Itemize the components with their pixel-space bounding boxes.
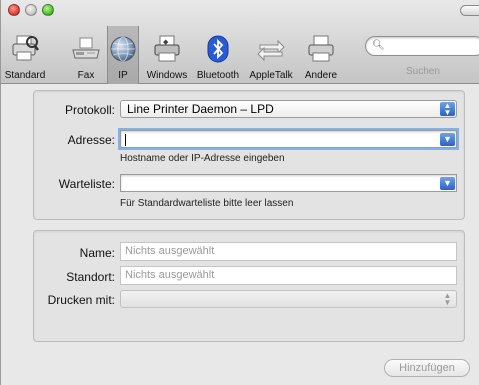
tab-windows-label: Windows — [146, 70, 188, 81]
address-hint: Hostname oder IP-Adresse eingeben — [120, 153, 285, 164]
add-button[interactable]: Hinzufügen — [384, 359, 470, 377]
toolbar: Standard Fax IP ◆ Windows Bluetooth Appl… — [1, 0, 479, 84]
tab-bluetooth[interactable]: Bluetooth — [193, 26, 243, 84]
add-printer-window: Standard Fax IP ◆ Windows Bluetooth Appl… — [0, 0, 479, 385]
location-placeholder: Nichts ausgewählt — [125, 269, 215, 281]
protocol-select[interactable]: Line Printer Daemon – LPD ▲ ▼ — [120, 100, 457, 118]
close-icon[interactable] — [8, 4, 20, 16]
search-area: 🔍︎ — [365, 36, 479, 56]
protocol-label: Protokoll: — [64, 103, 115, 117]
tab-bluetooth-label: Bluetooth — [196, 70, 240, 81]
tab-appletalk-label: AppleTalk — [249, 70, 293, 81]
search-icon: 🔍︎ — [372, 40, 385, 51]
name-label: Name: — [79, 246, 115, 260]
name-field[interactable]: Nichts ausgewählt — [120, 242, 457, 261]
tab-andere-label: Andere — [304, 70, 338, 81]
tab-standard-label: Standard — [4, 70, 46, 81]
print-with-label: Drucken mit: — [47, 293, 115, 307]
tab-andere[interactable]: Andere — [301, 26, 341, 84]
text-caret — [125, 134, 126, 146]
protocol-value: Line Printer Daemon – LPD — [127, 102, 274, 116]
appletalk-icon — [254, 32, 288, 66]
fax-icon — [69, 32, 103, 66]
globe-icon — [106, 32, 140, 66]
tab-fax[interactable]: Fax — [69, 26, 103, 84]
queue-hint: Für Standardwarteliste bitte leer lassen — [120, 198, 294, 209]
tab-appletalk[interactable]: AppleTalk — [245, 26, 297, 84]
search-label: Suchen — [406, 66, 440, 77]
tab-windows[interactable]: ◆ Windows — [144, 26, 190, 84]
queue-label: Warteliste: — [58, 177, 115, 191]
printer-icon — [304, 32, 338, 66]
zoom-icon[interactable] — [42, 4, 54, 16]
printer-magnifier-icon — [8, 32, 42, 66]
search-input[interactable]: 🔍︎ — [365, 36, 479, 56]
address-dropdown-icon[interactable]: ▼ — [440, 133, 455, 146]
select-arrows-icon: ▲ ▼ — [443, 291, 452, 307]
bluetooth-icon — [201, 32, 235, 66]
window-controls — [8, 4, 54, 16]
select-arrows-icon: ▲ ▼ — [440, 102, 455, 117]
address-label: Adresse: — [67, 133, 115, 147]
windows-printer-icon: ◆ — [150, 32, 184, 66]
tab-standard[interactable]: Standard — [3, 26, 47, 84]
tab-ip[interactable]: IP — [107, 26, 139, 84]
tab-fax-label: Fax — [77, 70, 95, 81]
location-label: Standort: — [66, 270, 115, 284]
location-field[interactable]: Nichts ausgewählt — [120, 266, 457, 285]
queue-input[interactable]: ▼ — [120, 174, 457, 192]
minimize-icon[interactable] — [25, 4, 37, 16]
print-with-select[interactable]: ▲ ▼ — [120, 290, 457, 308]
name-placeholder: Nichts ausgewählt — [125, 245, 215, 257]
address-input[interactable]: ▼ — [120, 130, 457, 148]
tab-ip-label: IP — [118, 70, 128, 81]
toolbar-toggle-button[interactable] — [460, 5, 479, 16]
queue-dropdown-icon[interactable]: ▼ — [440, 177, 455, 190]
